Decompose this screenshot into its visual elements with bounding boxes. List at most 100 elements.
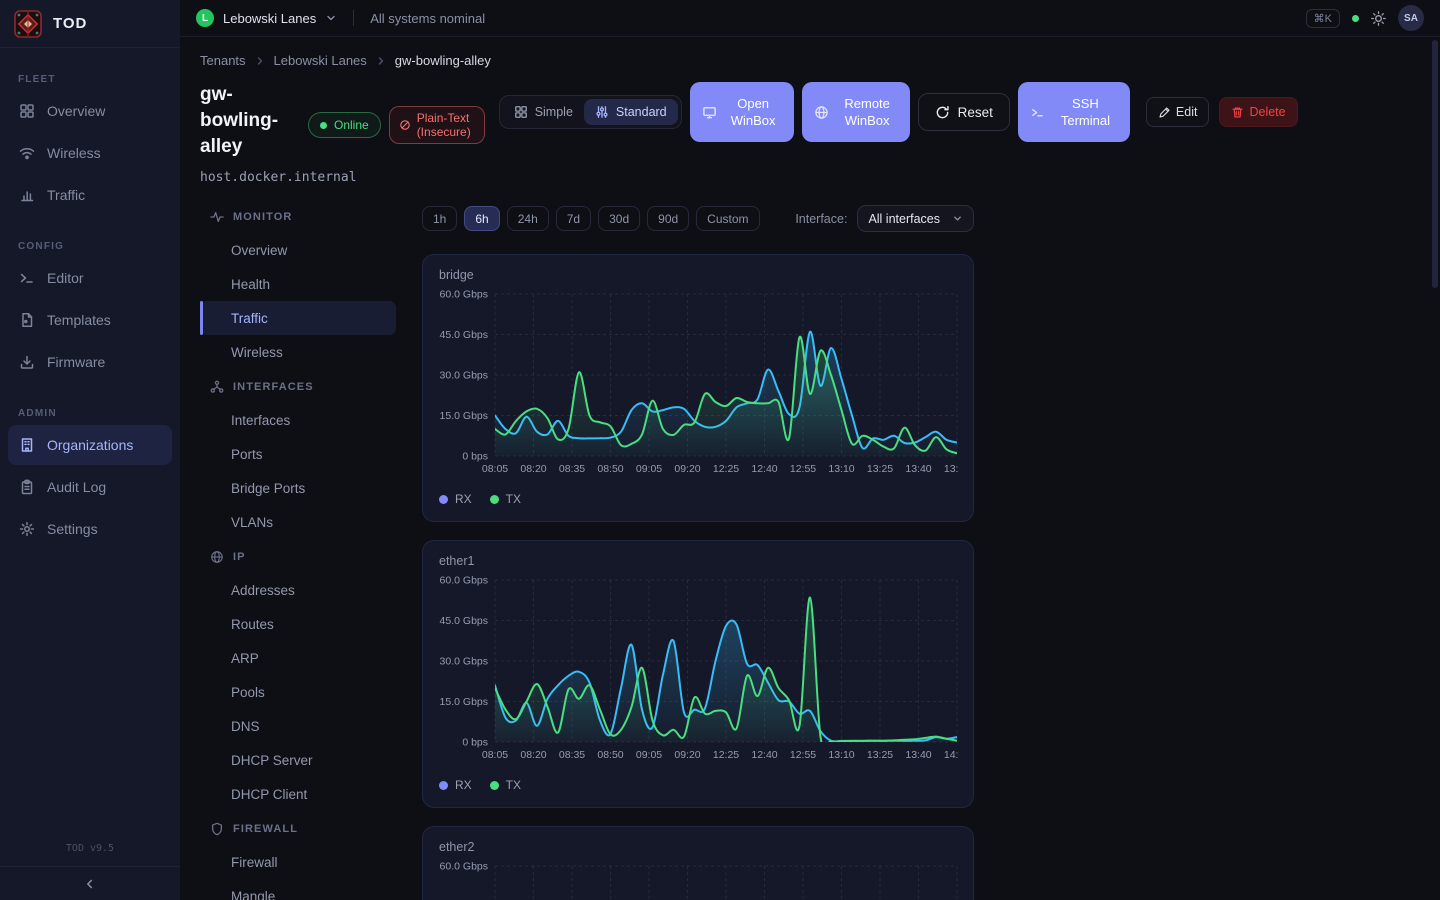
clipboard-icon bbox=[18, 479, 35, 496]
sidebar-item-organizations[interactable]: Organizations bbox=[8, 425, 172, 465]
grid-icon bbox=[18, 103, 35, 120]
device-nav-item-firewall[interactable]: Firewall bbox=[200, 845, 396, 879]
chart-title: bridge bbox=[439, 268, 957, 282]
svg-text:30.0 Gbps: 30.0 Gbps bbox=[440, 656, 488, 668]
interface-select[interactable]: All interfaces bbox=[857, 205, 974, 232]
legend-dot-icon bbox=[439, 495, 448, 504]
sidebar-item-firmware[interactable]: Firmware bbox=[8, 342, 172, 382]
time-range-1h[interactable]: 1h bbox=[422, 206, 457, 231]
traffic-chart-ether1: 60.0 Gbps45.0 Gbps30.0 Gbps15.0 Gbps0 bp… bbox=[439, 572, 957, 773]
svg-text:08:05: 08:05 bbox=[482, 463, 508, 475]
device-nav-item-mangle[interactable]: Mangle bbox=[200, 879, 396, 900]
device-nav-item-interfaces[interactable]: Interfaces bbox=[200, 403, 396, 437]
svg-text:13:25: 13:25 bbox=[867, 749, 893, 761]
sidebar-item-wireless[interactable]: Wireless bbox=[8, 133, 172, 173]
tod-logo-icon bbox=[14, 10, 42, 38]
svg-text:08:35: 08:35 bbox=[559, 749, 585, 761]
device-nav-section-firewall: FIREWALL bbox=[200, 813, 396, 845]
remote-winbox-button[interactable]: Remote WinBox bbox=[802, 82, 910, 142]
time-range-24h[interactable]: 24h bbox=[507, 206, 549, 231]
sidebar: TOD FLEETOverviewWirelessTrafficCONFIGEd… bbox=[0, 0, 180, 900]
device-nav-item-overview[interactable]: Overview bbox=[200, 233, 396, 267]
time-range-90d[interactable]: 90d bbox=[647, 206, 689, 231]
sidebar-item-templates[interactable]: Templates bbox=[8, 300, 172, 340]
device-nav-item-wireless[interactable]: Wireless bbox=[200, 335, 396, 369]
svg-text:13:25: 13:25 bbox=[867, 463, 893, 475]
svg-text:14:00: 14:00 bbox=[944, 749, 959, 761]
device-nav-item-bridge-ports[interactable]: Bridge Ports bbox=[200, 471, 396, 505]
svg-text:12:40: 12:40 bbox=[751, 749, 777, 761]
tenant-switcher[interactable]: L Lebowski Lanes bbox=[196, 9, 337, 27]
breadcrumb-tenants[interactable]: Tenants bbox=[200, 53, 246, 68]
file-icon bbox=[18, 312, 35, 329]
breadcrumb: Tenants Lebowski Lanes gw-bowling-alley bbox=[200, 53, 1420, 68]
open-winbox-button[interactable]: Open WinBox bbox=[690, 82, 794, 142]
sidebar-item-audit-log[interactable]: Audit Log bbox=[8, 467, 172, 507]
device-nav-item-health[interactable]: Health bbox=[200, 267, 396, 301]
chevron-right-icon bbox=[375, 55, 387, 67]
device-nav-item-routes[interactable]: Routes bbox=[200, 607, 396, 641]
view-mode-simple[interactable]: Simple bbox=[503, 99, 584, 125]
bar-chart-icon bbox=[18, 187, 35, 204]
globe-icon bbox=[814, 105, 829, 120]
user-avatar[interactable]: SA bbox=[1398, 5, 1424, 31]
main-region: L Lebowski Lanes All systems nominal ⌘K … bbox=[180, 0, 1440, 900]
command-palette-shortcut[interactable]: ⌘K bbox=[1306, 9, 1340, 28]
svg-text:08:20: 08:20 bbox=[520, 749, 546, 761]
time-range-custom[interactable]: Custom bbox=[696, 206, 759, 231]
svg-text:09:20: 09:20 bbox=[674, 463, 700, 475]
svg-text:08:05: 08:05 bbox=[482, 749, 508, 761]
svg-text:12:25: 12:25 bbox=[713, 463, 739, 475]
time-range-6h[interactable]: 6h bbox=[464, 206, 499, 231]
sidebar-item-settings[interactable]: Settings bbox=[8, 509, 172, 549]
legend-rx: RX bbox=[439, 778, 472, 792]
svg-text:13:55: 13:55 bbox=[944, 463, 959, 475]
sidebar-item-traffic[interactable]: Traffic bbox=[8, 175, 172, 215]
view-mode-toggle: Simple Standard bbox=[499, 95, 682, 129]
theme-toggle-button[interactable] bbox=[1371, 11, 1386, 26]
device-nav-section-ip: IP bbox=[200, 541, 396, 573]
device-nav-item-dhcp-server[interactable]: DHCP Server bbox=[200, 743, 396, 777]
sidebar-item-editor[interactable]: Editor bbox=[8, 258, 172, 298]
tenant-avatar: L bbox=[196, 9, 214, 27]
system-status-text: All systems nominal bbox=[370, 11, 485, 26]
download-icon bbox=[18, 354, 35, 371]
sidebar-collapse-button[interactable] bbox=[0, 866, 180, 900]
svg-text:0 bps: 0 bps bbox=[462, 737, 488, 749]
traffic-chart-bridge: 60.0 Gbps45.0 Gbps30.0 Gbps15.0 Gbps0 bp… bbox=[439, 286, 957, 487]
app-root: TOD FLEETOverviewWirelessTrafficCONFIGEd… bbox=[0, 0, 1440, 900]
device-nav-item-traffic[interactable]: Traffic bbox=[200, 301, 396, 335]
chevron-down-icon bbox=[952, 213, 963, 224]
time-range-30d[interactable]: 30d bbox=[598, 206, 640, 231]
pencil-icon bbox=[1158, 106, 1171, 119]
chart-title: ether1 bbox=[439, 554, 957, 568]
legend-dot-icon bbox=[439, 781, 448, 790]
reset-button[interactable]: Reset bbox=[918, 93, 1010, 131]
svg-text:15.0 Gbps: 15.0 Gbps bbox=[440, 410, 488, 422]
svg-text:0 bps: 0 bps bbox=[462, 451, 488, 463]
device-nav-item-vlans[interactable]: VLANs bbox=[200, 505, 396, 539]
sidebar-section-fleet: FLEET bbox=[0, 74, 180, 85]
legend-rx: RX bbox=[439, 492, 472, 506]
device-nav-item-pools[interactable]: Pools bbox=[200, 675, 396, 709]
globe-icon bbox=[210, 550, 224, 564]
svg-text:08:20: 08:20 bbox=[520, 463, 546, 475]
device-nav-item-arp[interactable]: ARP bbox=[200, 641, 396, 675]
time-range-7d[interactable]: 7d bbox=[556, 206, 591, 231]
breadcrumb-tenant[interactable]: Lebowski Lanes bbox=[274, 53, 367, 68]
ssh-terminal-button[interactable]: SSH Terminal bbox=[1018, 82, 1130, 142]
vertical-scrollbar[interactable] bbox=[1432, 40, 1438, 288]
sidebar-item-overview[interactable]: Overview bbox=[8, 91, 172, 131]
device-nav-item-dhcp-client[interactable]: DHCP Client bbox=[200, 777, 396, 811]
device-nav-item-dns[interactable]: DNS bbox=[200, 709, 396, 743]
device-nav-item-ports[interactable]: Ports bbox=[200, 437, 396, 471]
svg-text:60.0 Gbps: 60.0 Gbps bbox=[440, 861, 488, 873]
device-nav-item-addresses[interactable]: Addresses bbox=[200, 573, 396, 607]
sidebar-footer: TOD v9.5 bbox=[0, 833, 180, 900]
edit-button[interactable]: Edit bbox=[1146, 97, 1210, 127]
interface-label: Interface: bbox=[795, 212, 847, 226]
topbar-divider bbox=[353, 10, 354, 26]
delete-button[interactable]: Delete bbox=[1219, 97, 1297, 127]
app-version: TOD v9.5 bbox=[0, 833, 180, 866]
view-mode-standard[interactable]: Standard bbox=[584, 99, 678, 125]
